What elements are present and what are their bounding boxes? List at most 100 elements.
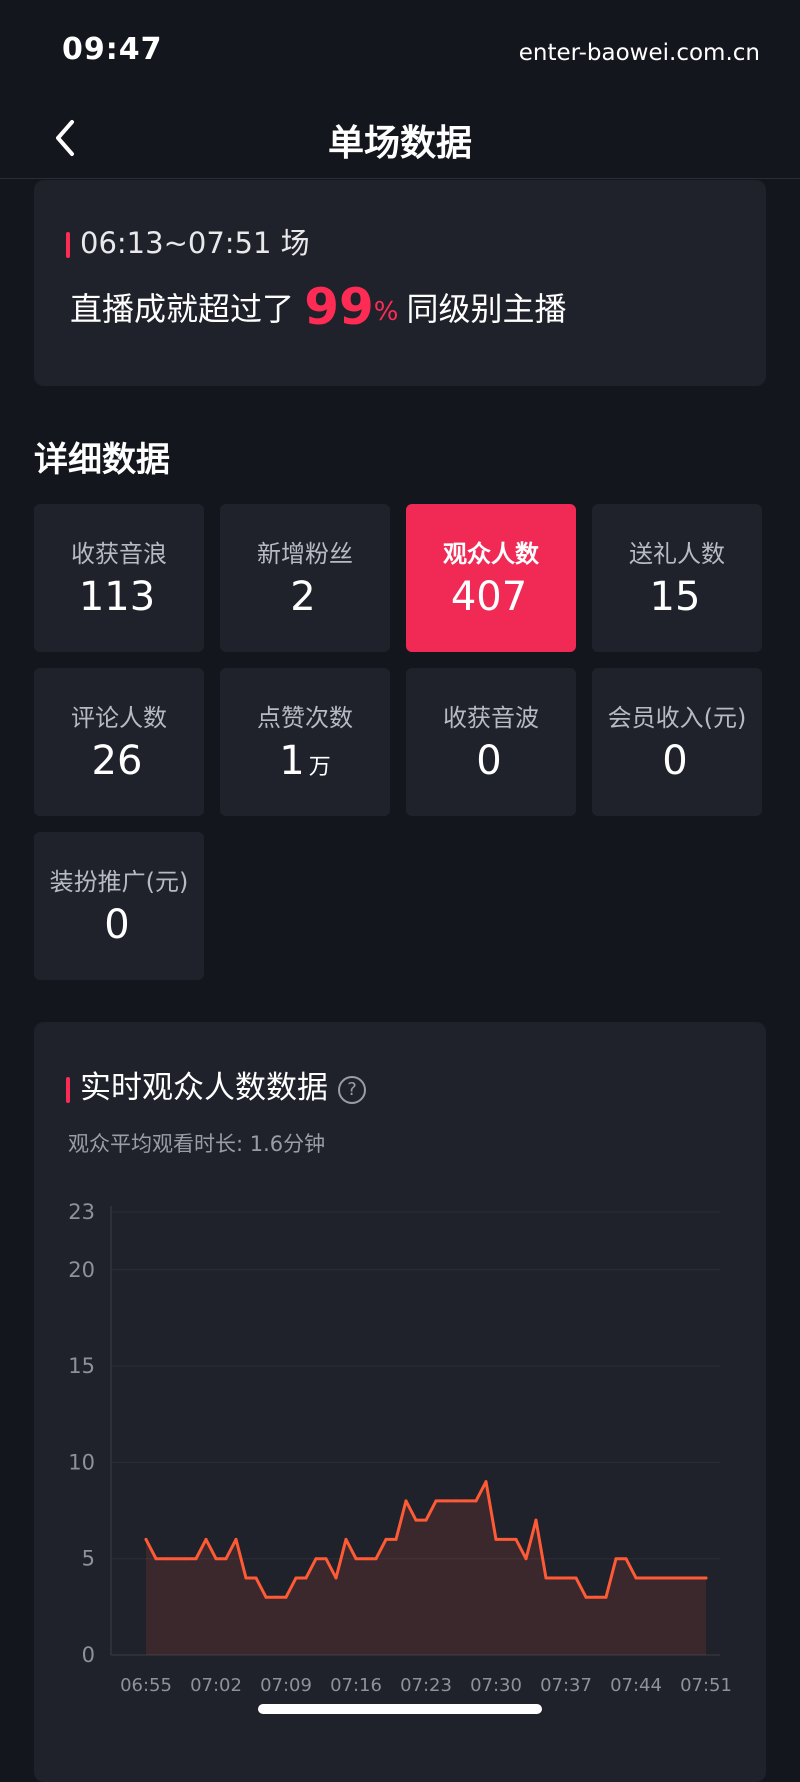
data-point xyxy=(684,1576,688,1580)
data-point xyxy=(434,1499,438,1503)
data-point xyxy=(164,1557,168,1561)
data-point xyxy=(514,1537,518,1541)
data-point xyxy=(584,1595,588,1599)
x-tick-label: 07:09 xyxy=(260,1675,312,1696)
data-point xyxy=(624,1557,628,1561)
session-time-text: 06:13~07:51 场 xyxy=(80,226,310,260)
data-point xyxy=(244,1576,248,1580)
stat-label: 新增粉丝 xyxy=(257,540,353,568)
watermark-text: enter-baowei.com.cn xyxy=(518,40,760,66)
data-point xyxy=(224,1557,228,1561)
status-bar: 09:47 enter-baowei.com.cn xyxy=(0,0,800,100)
achievement-suffix: 同级别主播 xyxy=(406,290,567,328)
data-point xyxy=(384,1537,388,1541)
stat-value: 407 xyxy=(450,574,528,620)
stat-tile[interactable]: 收获音波 0 xyxy=(406,668,576,816)
y-tick-label: 20 xyxy=(68,1258,95,1282)
data-point xyxy=(334,1576,338,1580)
accent-bar xyxy=(66,232,70,258)
stat-label: 收获音浪 xyxy=(71,540,167,568)
x-tick-label: 07:23 xyxy=(400,1675,452,1696)
data-point xyxy=(414,1518,418,1522)
data-point xyxy=(454,1499,458,1503)
home-indicator xyxy=(258,1704,542,1714)
stat-value: 15 xyxy=(649,574,701,620)
data-point xyxy=(184,1557,188,1561)
achievement-text: 直播成就超过了 99% 同级别主播 xyxy=(70,278,567,336)
achievement-prefix: 直播成就超过了 xyxy=(70,290,295,328)
stat-label: 送礼人数 xyxy=(629,540,725,568)
data-point xyxy=(534,1518,538,1522)
session-summary-card: 06:13~07:51 场 直播成就超过了 99% 同级别主播 xyxy=(34,180,766,386)
stat-tile-selected[interactable]: 观众人数 407 xyxy=(406,504,576,652)
session-time-range: 06:13~07:51 场 xyxy=(66,220,310,262)
stat-tile[interactable]: 送礼人数 15 xyxy=(592,504,762,652)
achievement-percentile: 99 xyxy=(304,278,374,336)
data-point xyxy=(284,1595,288,1599)
data-point xyxy=(544,1576,548,1580)
data-point xyxy=(704,1576,708,1580)
nav-bar: 单场数据 xyxy=(0,100,800,179)
data-point xyxy=(254,1576,258,1580)
data-point xyxy=(194,1557,198,1561)
stat-tile[interactable]: 评论人数 26 xyxy=(34,668,204,816)
y-tick-label: 23 xyxy=(68,1200,95,1224)
viewers-line-chart: 0 5 10 15 20 23 06:55 07:02 07:09 07:16 07:23 07:30… xyxy=(68,1200,732,1696)
data-point xyxy=(304,1576,308,1580)
stat-label: 观众人数 xyxy=(443,540,539,568)
stat-value: 2 xyxy=(290,574,316,620)
data-point xyxy=(204,1537,208,1541)
stat-label: 装扮推广(元) xyxy=(49,868,189,896)
y-tick-label: 0 xyxy=(82,1643,95,1667)
data-point xyxy=(474,1499,478,1503)
stat-tile[interactable]: 会员收入(元) 0 xyxy=(592,668,762,816)
x-tick-label: 07:37 xyxy=(540,1675,592,1696)
data-point xyxy=(464,1499,468,1503)
achievement-percent-sign: % xyxy=(373,297,399,327)
x-tick-label: 07:51 xyxy=(680,1675,732,1696)
x-tick-label: 07:44 xyxy=(610,1675,662,1696)
stat-label: 收获音波 xyxy=(443,704,539,732)
stat-value: 0 xyxy=(662,738,688,784)
x-tick-label: 07:16 xyxy=(330,1675,382,1696)
stat-tile[interactable]: 收获音浪 113 xyxy=(34,504,204,652)
data-point xyxy=(604,1595,608,1599)
y-tick-label: 15 xyxy=(68,1354,95,1378)
stat-label: 评论人数 xyxy=(71,704,167,732)
data-point xyxy=(374,1557,378,1561)
stat-value: 1万 xyxy=(279,738,331,784)
page-title: 单场数据 xyxy=(327,123,472,164)
details-section-title: 详细数据 xyxy=(34,440,170,480)
data-point xyxy=(424,1518,428,1522)
data-point xyxy=(394,1537,398,1541)
data-point xyxy=(504,1537,508,1541)
stat-tile[interactable]: 点赞次数 1万 xyxy=(220,668,390,816)
data-point xyxy=(614,1557,618,1561)
stat-label: 会员收入(元) xyxy=(607,704,747,732)
data-point xyxy=(154,1557,158,1561)
x-tick-label: 07:30 xyxy=(470,1675,522,1696)
data-point xyxy=(594,1595,598,1599)
data-point xyxy=(144,1537,148,1541)
data-point xyxy=(554,1576,558,1580)
data-point xyxy=(264,1595,268,1599)
x-tick-label: 06:55 xyxy=(120,1675,172,1696)
data-point xyxy=(524,1557,528,1561)
stat-tile[interactable]: 新增粉丝 2 xyxy=(220,504,390,652)
stat-tile[interactable]: 装扮推广(元) 0 xyxy=(34,832,204,980)
status-time: 09:47 xyxy=(62,32,163,67)
data-point xyxy=(674,1576,678,1580)
data-point xyxy=(354,1557,358,1561)
data-point xyxy=(494,1537,498,1541)
stat-value: 0 xyxy=(104,902,130,948)
data-point xyxy=(214,1557,218,1561)
stat-value: 113 xyxy=(78,574,156,620)
data-point xyxy=(364,1557,368,1561)
data-point xyxy=(644,1576,648,1580)
y-tick-label: 5 xyxy=(82,1547,95,1571)
data-point xyxy=(444,1499,448,1503)
stat-value: 0 xyxy=(476,738,502,784)
data-point xyxy=(324,1557,328,1561)
data-point xyxy=(664,1576,668,1580)
stat-value: 26 xyxy=(91,738,143,784)
